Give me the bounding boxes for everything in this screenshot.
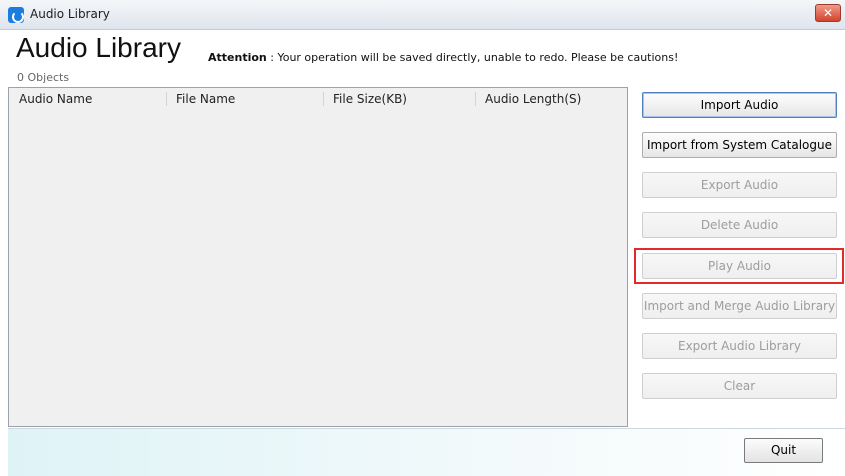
audio-table[interactable]: Audio Name File Name File Size(KB) Audio… [8, 87, 628, 427]
column-separator[interactable] [166, 92, 167, 106]
column-header-file-name[interactable]: File Name [176, 92, 235, 106]
column-header-file-size[interactable]: File Size(KB) [333, 92, 407, 106]
column-header-audio-length[interactable]: Audio Length(S) [485, 92, 581, 106]
close-button[interactable]: ✕ [815, 4, 841, 22]
delete-audio-button[interactable]: Delete Audio [642, 212, 837, 238]
column-separator[interactable] [475, 92, 476, 106]
highlight-box [634, 248, 844, 284]
page-title: Audio Library [16, 32, 181, 63]
import-audio-button[interactable]: Import Audio [642, 92, 837, 118]
attention-label: Attention [208, 51, 267, 64]
window-title: Audio Library [30, 7, 110, 21]
import-and-merge-audio-library-button[interactable]: Import and Merge Audio Library [642, 293, 837, 319]
footer-bar [8, 428, 845, 476]
title-bar: Audio Library ✕ [0, 0, 845, 30]
import-from-system-catalogue-button[interactable]: Import from System Catalogue [642, 132, 837, 158]
export-audio-button[interactable]: Export Audio [642, 172, 837, 198]
object-count: 0 Objects [17, 71, 70, 84]
app-icon [8, 7, 24, 23]
attention-text: : Your operation will be saved directly,… [266, 51, 679, 64]
quit-button[interactable]: Quit [744, 438, 823, 463]
column-header-audio-name[interactable]: Audio Name [19, 92, 92, 106]
export-audio-library-button[interactable]: Export Audio Library [642, 333, 837, 359]
attention-message: Attention : Your operation will be saved… [208, 51, 678, 64]
clear-button[interactable]: Clear [642, 373, 837, 399]
column-separator[interactable] [323, 92, 324, 106]
